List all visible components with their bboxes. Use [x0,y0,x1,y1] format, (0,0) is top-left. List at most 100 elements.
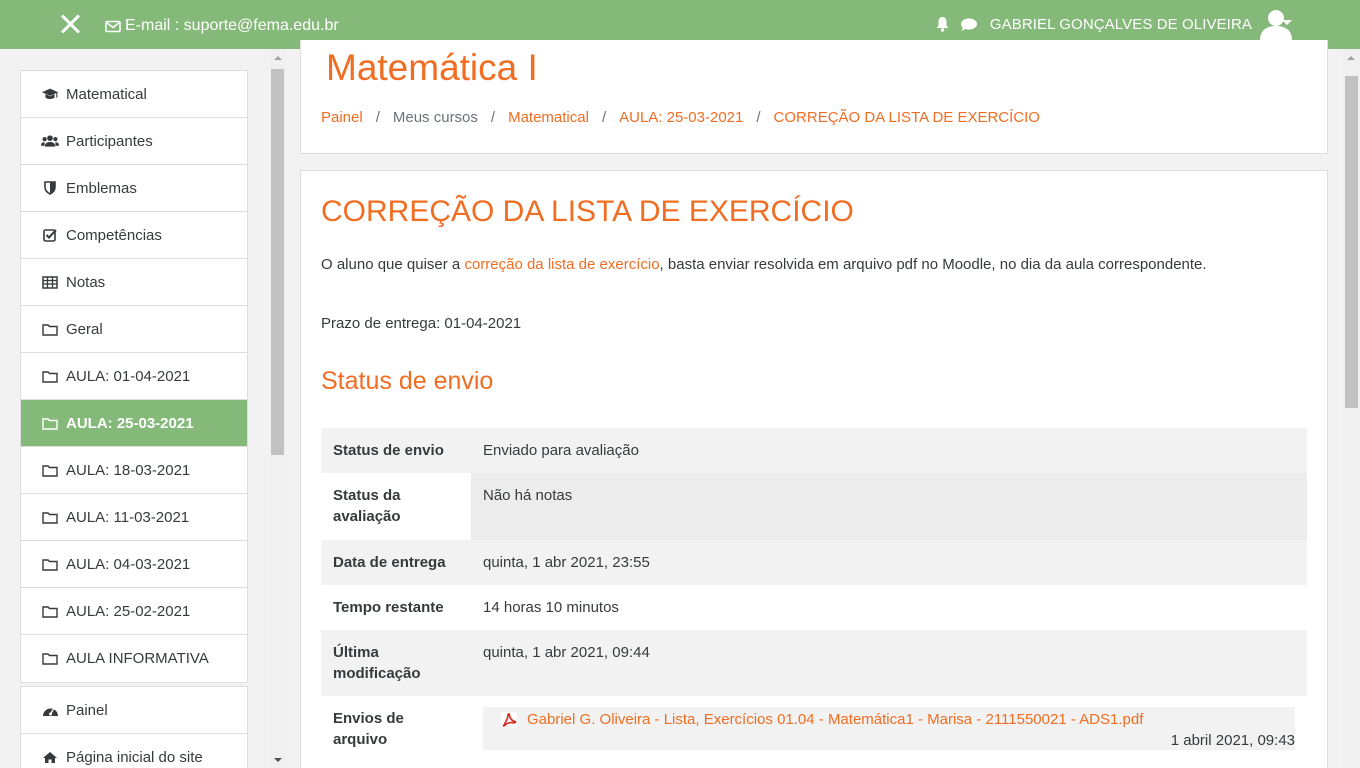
row-value: Enviado para avaliação [471,428,1307,473]
nav-item-label: AULA: 01-04-2021 [66,367,191,385]
page-title: Matemática I [326,47,538,88]
close-drawer-icon[interactable] [57,10,85,38]
row-value: Não há notas [471,473,1307,540]
envelope-icon [105,20,121,32]
nav-item-painel[interactable]: Painel [21,687,247,734]
row-key: Status de envio [321,428,471,473]
bell-icon[interactable] [934,15,952,33]
support-email-label: E-mail : suporte@fema.edu.br [125,17,339,34]
nav-item-label: Matematical [66,85,147,103]
nav-item-label: Notas [66,273,106,291]
nav-item-notas[interactable]: Notas [21,259,247,306]
nav-item-label: AULA: 04-03-2021 [66,555,191,573]
row-key: Envios de arquivo [321,696,471,768]
row-key: Última modificação [321,630,471,696]
shield-icon [41,180,59,196]
nav-item-emblemas[interactable]: Emblemas [21,165,247,212]
folder-icon [41,651,59,667]
chat-icon[interactable] [960,15,978,33]
folder-icon [41,462,59,478]
breadcrumb-course[interactable]: Matematical [508,109,589,126]
site-nav-group: Painel Página inicial do site [20,686,248,768]
folder-icon [41,321,59,337]
nav-item-label: Participantes [66,132,153,150]
folder-icon [41,603,59,619]
file-date: 1 abril 2021, 09:43 [1170,732,1295,749]
scroll-up-arrow-icon[interactable] [1347,56,1355,60]
table-row: Última modificação quinta, 1 abr 2021, 0… [321,630,1307,696]
activity-intro: O aluno que quiser a correção da lista d… [321,256,1207,273]
nav-item-aula-04-03-2021[interactable]: AULA: 04-03-2021 [21,541,247,588]
page-header: Matemática I Painel / Meus cursos / Mate… [300,40,1328,154]
submitted-file-link[interactable]: Gabriel G. Oliveira - Lista, Exercícios … [501,709,1143,730]
dashboard-icon [41,702,59,718]
scroll-up-arrow-icon[interactable] [274,56,282,60]
deadline-text: Prazo de entrega: 01-04-2021 [321,315,522,332]
nav-item-aula-25-03-2021[interactable]: AULA: 25-03-2021 [21,400,247,447]
folder-icon [41,368,59,384]
table-row: Status de envio Enviado para avaliação [321,428,1307,473]
drawer-scrollbar-thumb[interactable] [271,69,284,455]
nav-item-competencias[interactable]: Competências [21,212,247,259]
table-row: Status da avaliação Não há notas [321,473,1307,540]
file-submission: Gabriel G. Oliveira - Lista, Exercícios … [483,707,1295,750]
row-value: Gabriel G. Oliveira - Lista, Exercícios … [471,696,1307,768]
row-key: Status da avaliação [321,473,471,540]
users-icon [41,133,59,149]
breadcrumb-meus-cursos: Meus cursos [392,109,478,126]
course-nav-group: Matematical Participantes Emblemas Compe… [20,70,248,683]
nav-item-matematical[interactable]: Matematical [21,71,247,118]
home-icon [41,750,59,766]
activity-title: CORREÇÃO DA LISTA DE EXERCÍCIO [321,195,854,228]
user-menu-caret-icon[interactable] [1282,20,1292,25]
check-square-icon [41,227,59,243]
file-name: Gabriel G. Oliveira - Lista, Exercícios … [527,711,1144,728]
status-heading: Status de envio [321,367,494,395]
nav-drawer: Matematical Participantes Emblemas Compe… [0,49,286,768]
nav-item-aula-18-03-2021[interactable]: AULA: 18-03-2021 [21,447,247,494]
scroll-down-arrow-icon[interactable] [274,758,282,762]
activity-card: CORREÇÃO DA LISTA DE EXERCÍCIO O aluno q… [300,170,1328,768]
row-key: Data de entrega [321,540,471,585]
breadcrumb-painel[interactable]: Painel [321,109,363,126]
breadcrumb: Painel / Meus cursos / Matematical / AUL… [321,109,1040,126]
graduation-cap-icon [41,86,59,102]
breadcrumb-activity[interactable]: CORREÇÃO DA LISTA DE EXERCÍCIO [774,109,1040,126]
table-row: Data de entrega quinta, 1 abr 2021, 23:5… [321,540,1307,585]
folder-icon [41,509,59,525]
submission-status-table: Status de envio Enviado para avaliação S… [321,428,1307,768]
nav-item-label: Página inicial do site [66,749,203,766]
page-scrollbar-thumb[interactable] [1345,76,1358,408]
page-scrollbar[interactable] [1343,49,1360,768]
folder-icon [41,556,59,572]
support-email[interactable]: E-mail : suporte@fema.edu.br [105,17,339,35]
drawer-scrollbar[interactable] [270,49,286,768]
row-value: 14 horas 10 minutos [471,585,1307,630]
nav-item-aula-11-03-2021[interactable]: AULA: 11-03-2021 [21,494,247,541]
user-name[interactable]: GABRIEL GONÇALVES DE OLIVEIRA [990,16,1252,33]
nav-item-label: Emblemas [66,179,137,197]
table-row: Tempo restante 14 horas 10 minutos [321,585,1307,630]
row-value: quinta, 1 abr 2021, 09:44 [471,630,1307,696]
nav-item-aula-01-04-2021[interactable]: AULA: 01-04-2021 [21,353,247,400]
nav-item-label: AULA: 11-03-2021 [66,508,190,526]
nav-item-aula-25-02-2021[interactable]: AULA: 25-02-2021 [21,588,247,635]
nav-item-pagina-inicial[interactable]: Página inicial do site [21,734,247,768]
nav-item-label: AULA INFORMATIVA [66,650,209,667]
intro-link[interactable]: correção da lista de exercício [464,256,659,273]
nav-item-label: AULA: 25-03-2021 [66,414,194,432]
nav-item-aula-informativa[interactable]: AULA INFORMATIVA [21,635,247,682]
pdf-icon [501,711,517,728]
folder-icon [41,415,59,431]
nav-item-label: Painel [66,701,108,719]
nav-item-label: AULA: 18-03-2021 [66,461,191,479]
table-icon [41,274,59,290]
nav-item-label: Competências [66,226,162,244]
nav-item-label: AULA: 25-02-2021 [66,602,191,620]
row-value: quinta, 1 abr 2021, 23:55 [471,540,1307,585]
table-row: Envios de arquivo Gabriel G. Oliveira - … [321,696,1307,768]
nav-item-label: Geral [66,320,103,338]
breadcrumb-section[interactable]: AULA: 25-03-2021 [619,109,743,126]
nav-item-geral[interactable]: Geral [21,306,247,353]
nav-item-participantes[interactable]: Participantes [21,118,247,165]
